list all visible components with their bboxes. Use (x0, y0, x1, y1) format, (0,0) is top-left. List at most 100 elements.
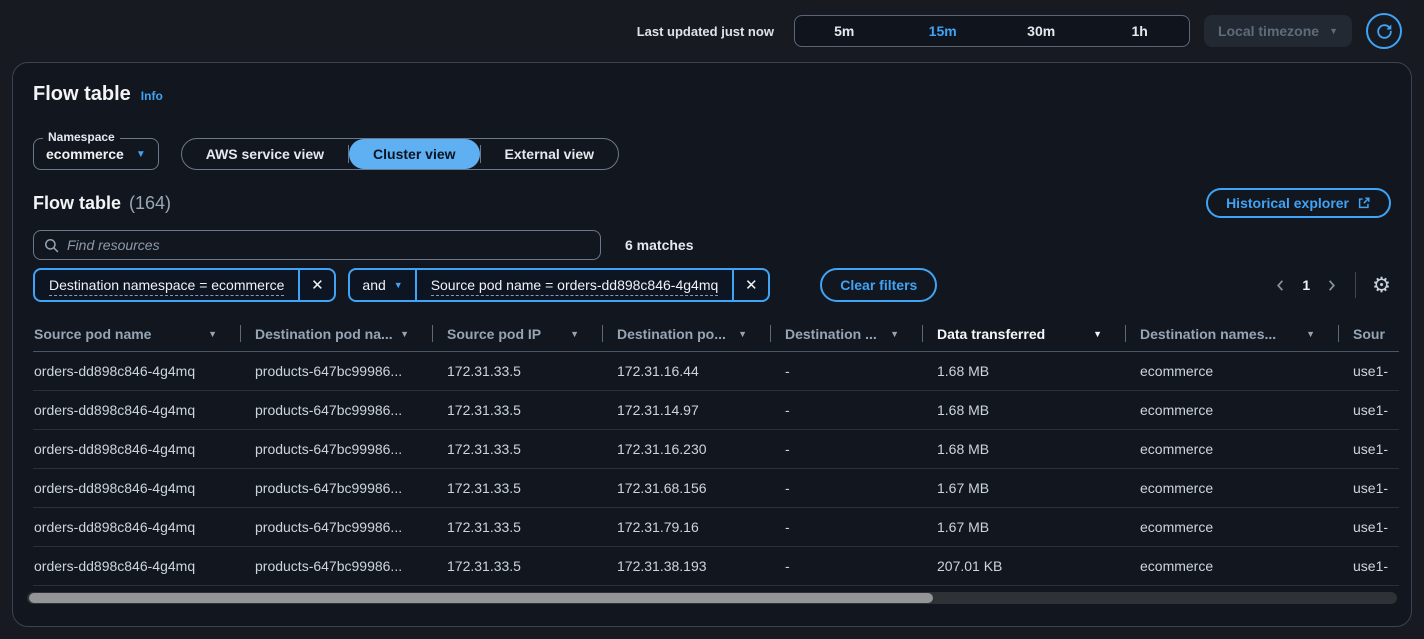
timezone-dropdown[interactable]: Local timezone ▼ (1204, 15, 1352, 47)
namespace-select-value: ecommerce (46, 146, 124, 162)
table-cell-source-pod-name: orders-dd898c846-4g4mq (33, 441, 241, 457)
column-header-source-pod-name[interactable]: Source pod name▼ (33, 316, 241, 351)
table-cell-destination-namespace: ecommerce (1126, 402, 1339, 418)
table-cell-source-pod-name: orders-dd898c846-4g4mq (33, 402, 241, 418)
time-range-15m[interactable]: 15m (893, 16, 992, 46)
column-header-destination-truncated[interactable]: Destination ...▼ (771, 316, 923, 351)
refresh-icon (1375, 22, 1394, 41)
search-icon (44, 238, 59, 253)
page-title: Flow table (33, 83, 131, 106)
clear-filters-label: Clear filters (840, 277, 917, 293)
table-cell-source-pod-name: orders-dd898c846-4g4mq (33, 519, 241, 535)
table-cell-destination-pod-name: products-647bc99986... (241, 480, 433, 496)
table-header-bar: Flow table (164) Historical explorer (33, 188, 1391, 218)
view-controls: Namespace ecommerce ▼ AWS service view C… (33, 138, 1391, 170)
table-cell-source-clipped: use1- (1339, 480, 1399, 496)
clear-filters-button[interactable]: Clear filters (820, 268, 937, 302)
column-header-label: Sour (1353, 326, 1385, 342)
column-header-destination-pod-name[interactable]: Destination pod na...▼ (241, 316, 433, 351)
column-header-destination-pod-ip[interactable]: Destination po...▼ (603, 316, 771, 351)
table-cell-data-transferred: 1.68 MB (923, 441, 1126, 457)
refresh-button[interactable] (1366, 13, 1402, 49)
table-cell-source-pod-name: orders-dd898c846-4g4mq (33, 480, 241, 496)
pagination: 1 ⚙ (1273, 272, 1391, 298)
column-header-destination-namespace[interactable]: Destination names...▼ (1126, 316, 1339, 351)
previous-page-button[interactable] (1273, 278, 1288, 293)
table-cell-source-pod-ip: 172.31.33.5 (433, 519, 603, 535)
table-row: orders-dd898c846-4g4mqproducts-647bc9998… (33, 352, 1399, 391)
search-bar: 6 matches (33, 230, 1391, 260)
time-range-1h[interactable]: 1h (1090, 16, 1189, 46)
scrollbar-thumb[interactable] (29, 593, 933, 603)
column-header-source-pod-ip[interactable]: Source pod IP ▼ (433, 316, 603, 351)
flow-table: Source pod name▼Destination pod na...▼So… (33, 316, 1399, 586)
tab-external-view[interactable]: External view (481, 139, 619, 169)
table-cell-destination-pod-ip: 172.31.16.230 (603, 441, 771, 457)
matches-count: 6 matches (625, 237, 693, 253)
flow-table-panel: Flow table Info Namespace ecommerce ▼ AW… (12, 62, 1412, 627)
table-cell-source-clipped: use1- (1339, 441, 1399, 457)
next-page-button[interactable] (1324, 278, 1339, 293)
table-settings-gear-icon[interactable]: ⚙ (1372, 275, 1391, 296)
timezone-label: Local timezone (1218, 23, 1319, 39)
table-row: orders-dd898c846-4g4mqproducts-647bc9998… (33, 469, 1399, 508)
tab-aws-service-view[interactable]: AWS service view (182, 139, 348, 169)
namespace-select[interactable]: Namespace ecommerce ▼ (33, 138, 159, 170)
view-segmented-control: AWS service view Cluster view External v… (181, 138, 619, 170)
table-cell-data-transferred: 1.68 MB (923, 363, 1126, 379)
sort-caret-icon: ▼ (1093, 329, 1102, 339)
table-cell-destination-pod-ip: 172.31.14.97 (603, 402, 771, 418)
namespace-select-label: Namespace (43, 130, 120, 144)
search-input[interactable] (67, 237, 590, 253)
time-range-5m[interactable]: 5m (795, 16, 894, 46)
table-cell-source-pod-ip: 172.31.33.5 (433, 558, 603, 574)
column-header-label: Data transferred (937, 326, 1045, 342)
column-header-label: Source pod IP (447, 326, 541, 342)
remove-filter-icon[interactable]: ✕ (298, 270, 334, 300)
column-header-source-clipped[interactable]: Sour▼ (1339, 316, 1399, 351)
filter-token-label[interactable]: Source pod name = orders-dd898c846-4g4mq (417, 277, 733, 293)
chevron-down-icon: ▼ (394, 280, 403, 290)
filter-operator-label: and (362, 277, 385, 293)
time-range-30m[interactable]: 30m (992, 16, 1091, 46)
table-cell-destination-pod-name: products-647bc99986... (241, 558, 433, 574)
chevron-left-icon (1273, 278, 1288, 293)
table-header-row: Source pod name▼Destination pod na...▼So… (33, 316, 1399, 352)
page-number[interactable]: 1 (1300, 277, 1312, 293)
external-link-icon (1357, 196, 1371, 210)
chevron-down-icon: ▼ (136, 149, 146, 160)
historical-explorer-button[interactable]: Historical explorer (1206, 188, 1391, 218)
table-cell-destination-pod-name: products-647bc99986... (241, 441, 433, 457)
table-cell-source-pod-name: orders-dd898c846-4g4mq (33, 363, 241, 379)
table-title: Flow table (33, 193, 121, 214)
filter-token-source-pod-name: and ▼ Source pod name = orders-dd898c846… (348, 268, 770, 302)
horizontal-scrollbar[interactable] (27, 592, 1397, 604)
table-cell-destination-pod-name: products-647bc99986... (241, 402, 433, 418)
info-link[interactable]: Info (141, 89, 163, 103)
filter-token-label[interactable]: Destination namespace = ecommerce (35, 277, 298, 293)
table-cell-destination-pod-ip: 172.31.68.156 (603, 480, 771, 496)
table-cell-data-transferred: 1.68 MB (923, 402, 1126, 418)
table-cell-destination-namespace: ecommerce (1126, 558, 1339, 574)
column-header-data-transferred[interactable]: Data transferred ▼ (923, 316, 1126, 351)
table-row: orders-dd898c846-4g4mqproducts-647bc9998… (33, 391, 1399, 430)
filter-operator-dropdown[interactable]: and ▼ (350, 270, 416, 300)
sort-caret-icon: ▼ (738, 329, 747, 339)
column-header-label: Destination ... (785, 326, 877, 342)
table-cell-source-clipped: use1- (1339, 363, 1399, 379)
table-cell-source-clipped: use1- (1339, 558, 1399, 574)
remove-filter-icon[interactable]: ✕ (732, 270, 768, 300)
table-cell-data-transferred: 1.67 MB (923, 519, 1126, 535)
tab-cluster-view[interactable]: Cluster view (349, 139, 479, 169)
table-cell-destination-truncated: - (771, 558, 923, 574)
pagination-divider (1355, 272, 1356, 298)
filter-bar: Destination namespace = ecommerce ✕ and … (33, 268, 1391, 302)
table-cell-destination-truncated: - (771, 363, 923, 379)
table-cell-destination-truncated: - (771, 441, 923, 457)
table-cell-source-pod-ip: 172.31.33.5 (433, 441, 603, 457)
table-row: orders-dd898c846-4g4mqproducts-647bc9998… (33, 430, 1399, 469)
table-cell-destination-pod-name: products-647bc99986... (241, 363, 433, 379)
table-cell-data-transferred: 207.01 KB (923, 558, 1126, 574)
table-cell-source-pod-ip: 172.31.33.5 (433, 402, 603, 418)
sort-caret-icon: ▼ (570, 329, 579, 339)
